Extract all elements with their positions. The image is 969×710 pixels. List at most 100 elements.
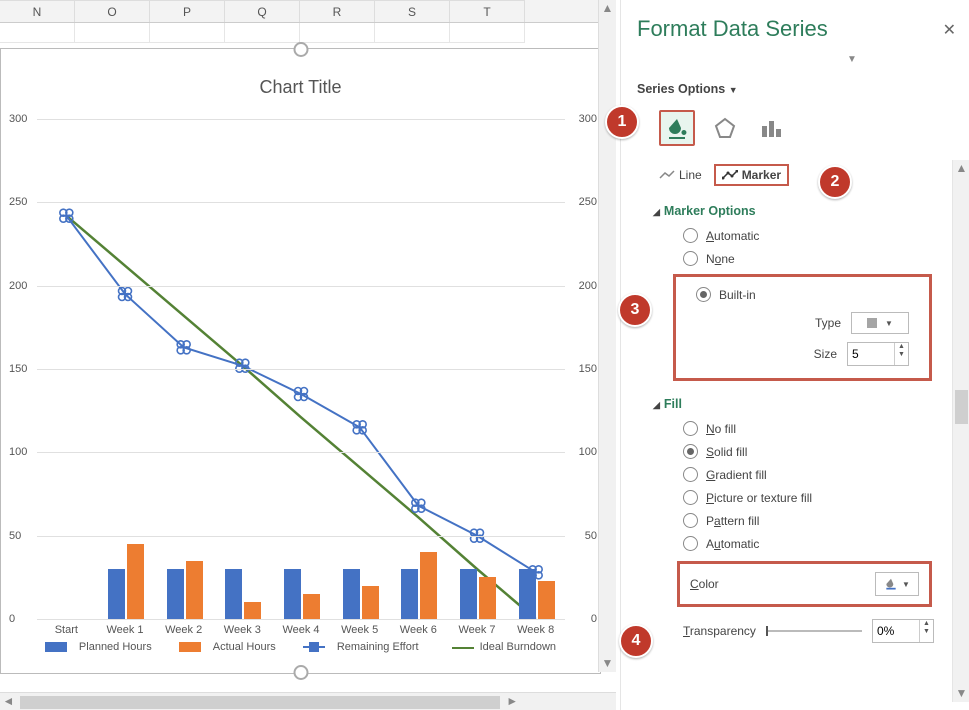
transparency-input[interactable] (873, 620, 919, 642)
bar-actual[interactable] (244, 602, 261, 619)
fill-picture-option[interactable]: Picture or texture fill (631, 486, 944, 509)
marker-type-swatch (867, 318, 877, 328)
scroll-thumb[interactable] (955, 390, 968, 424)
scroll-up-arrow[interactable]: ▲ (599, 0, 616, 17)
section-marker-options[interactable]: ◢Marker Options (631, 196, 944, 224)
y2-tick-label: 50 (585, 530, 597, 542)
fill-nofill-option[interactable]: No fill (631, 417, 944, 440)
chart-legend[interactable]: Planned Hours Actual Hours Remaining Eff… (1, 641, 600, 653)
line-marker-tabs: Line Marker (631, 160, 944, 196)
row-2[interactable] (0, 23, 616, 43)
bar-planned[interactable] (284, 569, 301, 619)
close-icon[interactable]: ✕ (943, 20, 956, 40)
chart-object[interactable]: Chart Title 0050501001001501502002002502… (0, 48, 601, 674)
y2-tick-label: 300 (579, 113, 597, 125)
scroll-down-arrow[interactable]: ▼ (599, 655, 616, 672)
bar-planned[interactable] (519, 569, 536, 619)
chart-title[interactable]: Chart Title (1, 77, 600, 98)
col-n[interactable]: N (0, 0, 75, 22)
y-tick-label: 100 (9, 446, 27, 458)
x-tick-label: Week 8 (507, 624, 565, 636)
x-tick-label: Week 5 (331, 624, 389, 636)
marker-size-input[interactable] (848, 343, 894, 365)
bar-actual[interactable] (538, 581, 555, 619)
callout-4: 4 (619, 624, 653, 658)
marker-automatic-option[interactable]: Automatic (631, 224, 944, 247)
legend-ideal[interactable]: Ideal Burndown (440, 641, 562, 653)
scroll-left-arrow[interactable]: ◄ (0, 693, 17, 710)
y2-tick-label: 200 (579, 280, 597, 292)
scroll-right-arrow[interactable]: ► (504, 693, 521, 710)
y-tick-label: 150 (9, 363, 27, 375)
legend-actual[interactable]: Actual Hours (173, 641, 282, 653)
bar-planned[interactable] (225, 569, 242, 619)
marker-none-option[interactable]: None (631, 247, 944, 270)
y2-tick-label: 0 (591, 613, 597, 625)
transparency-label: Transparency (683, 624, 756, 638)
chart-resize-handle-bottom[interactable] (293, 665, 308, 680)
scroll-up-arrow[interactable]: ▲ (953, 160, 969, 177)
bar-planned[interactable] (167, 569, 184, 619)
bar-planned[interactable] (108, 569, 125, 619)
fill-automatic-option[interactable]: Automatic (631, 532, 944, 555)
marker-size-spinner[interactable]: ▲▼ (847, 342, 909, 366)
marker-size-row: Size ▲▼ (686, 336, 919, 368)
legend-planned[interactable]: Planned Hours (39, 641, 158, 653)
x-tick-label: Week 7 (448, 624, 506, 636)
transparency-slider[interactable] (766, 630, 862, 632)
col-q[interactable]: Q (225, 0, 300, 22)
col-p[interactable]: P (150, 0, 225, 22)
col-o[interactable]: O (75, 0, 150, 22)
spinner-arrows[interactable]: ▲▼ (894, 343, 908, 365)
col-t[interactable]: T (450, 0, 525, 22)
y2-tick-label: 100 (579, 446, 597, 458)
series-options-category-icon[interactable] (755, 112, 787, 144)
bar-actual[interactable] (479, 577, 496, 619)
pane-title: Format Data Series ▼ (621, 0, 969, 74)
y2-tick-label: 250 (579, 196, 597, 208)
pane-vertical-scrollbar[interactable]: ▲ ▼ (952, 160, 969, 702)
tab-line[interactable]: Line (659, 168, 702, 182)
fill-solid-option[interactable]: Solid fill (631, 440, 944, 463)
col-r[interactable]: R (300, 0, 375, 22)
fill-color-button[interactable]: ▼ (875, 572, 919, 596)
category-icons-row (621, 110, 969, 162)
bar-actual[interactable] (303, 594, 320, 619)
bar-actual[interactable] (362, 586, 379, 619)
plot-area[interactable]: 005050100100150150200200250250300300Star… (37, 119, 565, 619)
remaining-effort-marker[interactable] (295, 388, 308, 401)
scroll-down-arrow[interactable]: ▼ (953, 685, 969, 702)
fill-pattern-option[interactable]: Pattern fill (631, 509, 944, 532)
x-tick-label: Start (37, 624, 95, 636)
size-label: Size (789, 347, 837, 361)
spinner-arrows[interactable]: ▲▼ (919, 620, 933, 642)
bar-planned[interactable] (460, 569, 477, 619)
marker-type-dropdown[interactable]: ▼ (851, 312, 909, 334)
sheet-horizontal-scrollbar[interactable]: ◄ ► (0, 692, 616, 710)
effects-category-icon[interactable] (709, 112, 741, 144)
transparency-spinner[interactable]: ▲▼ (872, 619, 934, 643)
sheet-vertical-scrollbar[interactable]: ▲ ▼ (598, 0, 616, 672)
col-s[interactable]: S (375, 0, 450, 22)
section-fill[interactable]: ◢Fill (631, 389, 944, 417)
bar-planned[interactable] (401, 569, 418, 619)
bar-actual[interactable] (186, 561, 203, 619)
x-tick-label: Week 3 (213, 624, 271, 636)
bar-actual[interactable] (127, 544, 144, 619)
bar-actual[interactable] (420, 552, 437, 619)
chart-resize-handle-top[interactable] (293, 42, 308, 57)
pane-title-text: Format Data Series (637, 16, 828, 41)
x-tick-label: Week 1 (96, 624, 154, 636)
fill-line-category-icon[interactable] (659, 110, 695, 146)
bar-planned[interactable] (343, 569, 360, 619)
scroll-thumb[interactable] (20, 696, 500, 709)
series-options-dropdown[interactable]: Series Options ▼ (621, 74, 969, 110)
y-tick-label: 250 (9, 196, 27, 208)
marker-builtin-option[interactable]: Built-in (686, 283, 919, 306)
color-row: Color ▼ (677, 561, 932, 607)
fill-gradient-option[interactable]: Gradient fill (631, 463, 944, 486)
tab-marker[interactable]: Marker (714, 164, 789, 186)
legend-remaining[interactable]: Remaining Effort (297, 641, 425, 653)
pane-menu-dropdown[interactable]: ▼ (847, 54, 857, 65)
callout-1: 1 (605, 105, 639, 139)
